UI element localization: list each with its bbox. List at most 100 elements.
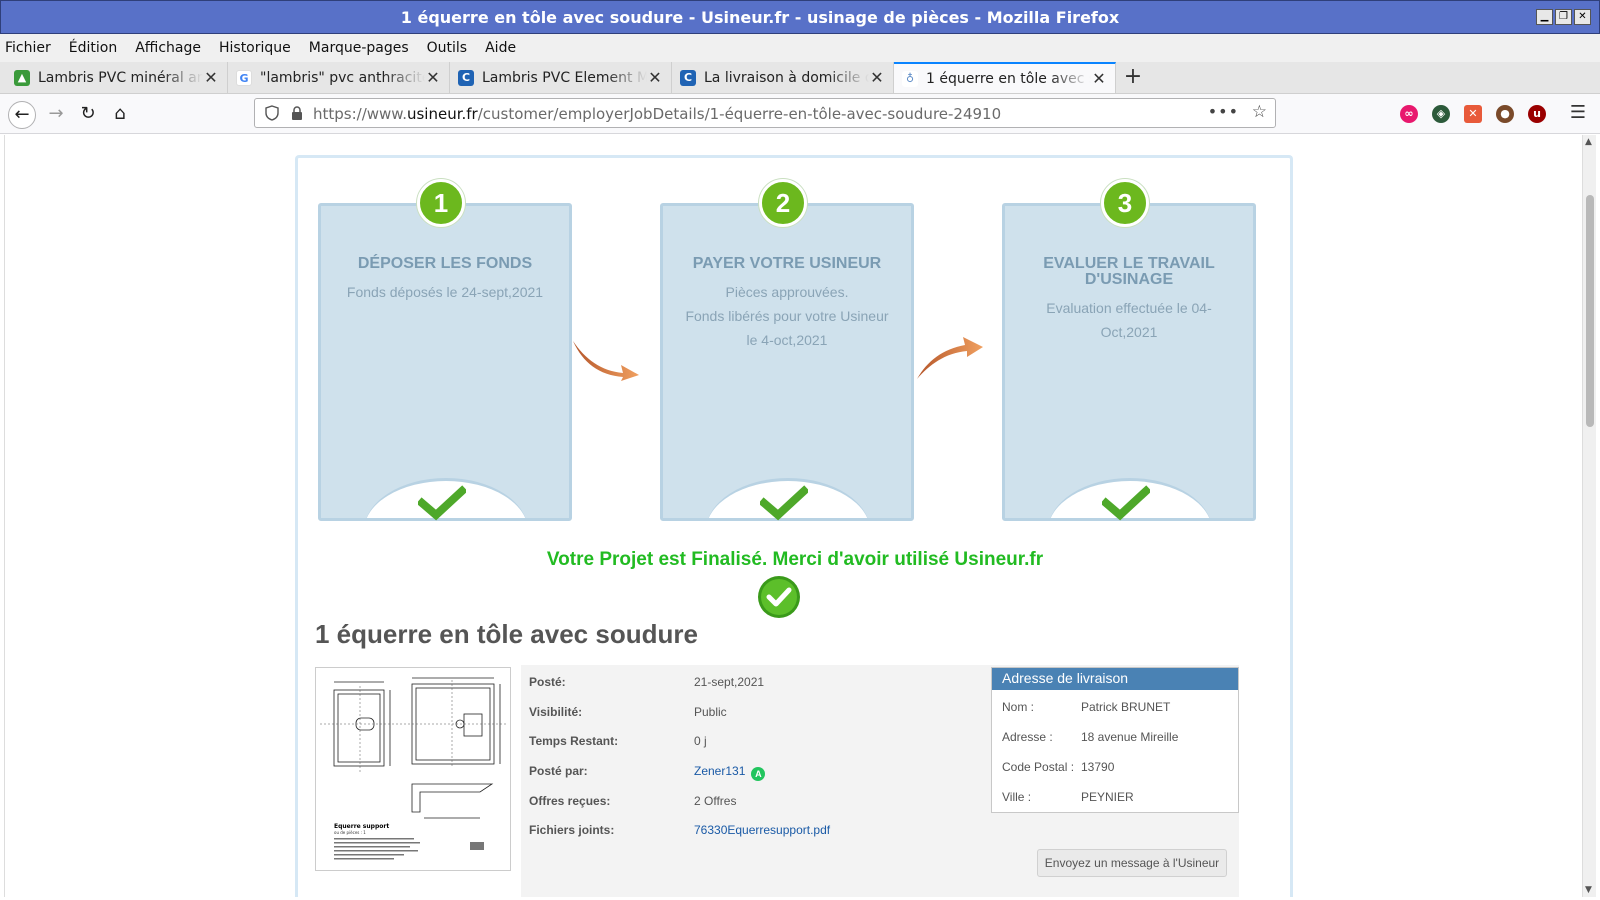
menu-marque-pages[interactable]: Marque-pages bbox=[309, 40, 409, 56]
menu-fichier[interactable]: Fichier bbox=[5, 40, 51, 56]
site-favicon-icon: C bbox=[458, 69, 474, 86]
attachment-link[interactable]: 76330Equerresupport.pdf bbox=[694, 823, 830, 837]
address-label: Adresse : bbox=[1002, 730, 1053, 744]
detail-value: 2 Offres bbox=[694, 794, 737, 808]
address-value: 18 avenue Mireille bbox=[1081, 730, 1179, 744]
arrow-up-right-icon bbox=[917, 337, 983, 379]
close-tab-icon[interactable]: ✕ bbox=[425, 68, 441, 87]
menu-affichage[interactable]: Affichage bbox=[135, 40, 201, 56]
lock-icon[interactable] bbox=[291, 106, 303, 120]
url-bar[interactable]: https://www.usineur.fr/customer/employer… bbox=[254, 98, 1276, 128]
address-label: Code Postal : bbox=[1002, 760, 1075, 774]
bookmark-star-icon[interactable]: ☆ bbox=[1252, 102, 1267, 122]
address-value: PEYNIER bbox=[1081, 790, 1134, 804]
step-card-2: PAYER VOTRE USINEUR Pièces approuvées. F… bbox=[660, 203, 914, 521]
close-tab-icon[interactable]: ✕ bbox=[203, 68, 219, 87]
step-title: PAYER VOTRE USINEUR bbox=[692, 255, 882, 272]
page-actions-icon[interactable]: ••• bbox=[1208, 102, 1239, 121]
step-number-badge: 1 bbox=[417, 179, 465, 227]
page-viewport: DÉPOSER LES FONDS Fonds déposés le 24-se… bbox=[4, 135, 1582, 897]
detail-label: Temps Restant: bbox=[529, 734, 619, 748]
detail-value: 21-sept,2021 bbox=[694, 675, 765, 689]
tab-lambris-element[interactable]: C Lambris PVC Element M Anthracite ✕ bbox=[450, 62, 672, 93]
navigation-bar: ← → ↻ ⌂ https://www.usineur.fr/customer/… bbox=[0, 94, 1600, 134]
url-text[interactable]: https://www.usineur.fr/customer/employer… bbox=[313, 105, 1001, 123]
detail-label: Posté par: bbox=[529, 764, 588, 778]
step-title-line2: D'USINAGE bbox=[1084, 271, 1174, 288]
tab-bar: ▲ Lambris PVC minéral anthracite ✕ G "la… bbox=[0, 62, 1600, 94]
detail-label: Fichiers joints: bbox=[529, 823, 615, 837]
arrow-down-right-icon bbox=[573, 341, 639, 381]
tracking-shield-icon[interactable] bbox=[265, 105, 279, 121]
delivery-address-header: Adresse de livraison bbox=[992, 668, 1238, 690]
step-description-line: Fonds libérés pour votre Usineur bbox=[685, 308, 889, 324]
maximize-button[interactable]: ❐ bbox=[1555, 9, 1572, 25]
back-button[interactable]: ← bbox=[8, 101, 36, 129]
tab-lambris-mineral[interactable]: ▲ Lambris PVC minéral anthracite ✕ bbox=[6, 62, 228, 93]
scrollbar-thumb[interactable] bbox=[1586, 195, 1594, 427]
project-finalized-message: Votre Projet est Finalisé. Merci d'avoir… bbox=[546, 549, 1044, 570]
home-button[interactable]: ⌂ bbox=[106, 101, 134, 129]
minimize-button[interactable]: ▁ bbox=[1536, 9, 1553, 25]
step-description-line: le 4-oct,2021 bbox=[746, 332, 828, 348]
detail-value: Zener131 A bbox=[694, 764, 766, 781]
menu-edition[interactable]: Édition bbox=[69, 40, 117, 56]
poster-link[interactable]: Zener131 bbox=[694, 764, 745, 778]
detail-value: Public bbox=[694, 705, 727, 719]
detail-label: Offres reçues: bbox=[529, 794, 611, 808]
checkmark-icon bbox=[760, 485, 808, 521]
close-tab-icon[interactable]: ✕ bbox=[647, 68, 663, 87]
extension-shield-icon[interactable]: ◈ bbox=[1432, 105, 1450, 123]
tab-label: La livraison à domicile de vos achats bbox=[704, 69, 869, 86]
step-description-line: Oct,2021 bbox=[1100, 324, 1158, 340]
new-tab-button[interactable]: + bbox=[1116, 62, 1150, 93]
step-title: DÉPOSER LES FONDS bbox=[357, 255, 533, 272]
tab-label: Lambris PVC minéral anthracite bbox=[38, 69, 203, 86]
google-favicon-icon: G bbox=[236, 69, 252, 86]
menu-outils[interactable]: Outils bbox=[427, 40, 467, 56]
scroll-up-icon[interactable]: ▲ bbox=[1585, 137, 1592, 147]
delivery-address-box: Adresse de livraison Nom : Patrick BRUNE… bbox=[991, 667, 1239, 813]
hamburger-menu-icon[interactable]: ☰ bbox=[1570, 102, 1586, 123]
extension-cookie-icon[interactable]: ● bbox=[1496, 105, 1514, 123]
send-message-button[interactable]: Envoyez un message à l'Usineur bbox=[1037, 849, 1227, 877]
address-label: Nom : bbox=[1002, 700, 1035, 714]
tab-livraison[interactable]: C La livraison à domicile de vos achats … bbox=[672, 62, 894, 93]
scroll-down-icon[interactable]: ▼ bbox=[1585, 885, 1592, 895]
drawing-title: Equerre support bbox=[334, 823, 389, 830]
address-label: Ville : bbox=[1002, 790, 1032, 804]
checkmark-icon bbox=[1102, 485, 1150, 521]
ublock-icon[interactable]: u bbox=[1528, 105, 1546, 123]
window-titlebar: 1 équerre en tôle avec soudure - Usineur… bbox=[0, 0, 1600, 34]
menu-historique[interactable]: Historique bbox=[219, 40, 291, 56]
store-favicon-icon: ▲ bbox=[14, 69, 30, 86]
step-description-line: Evaluation effectuée le 04- bbox=[1046, 300, 1212, 316]
menu-aide[interactable]: Aide bbox=[485, 40, 516, 56]
close-tab-icon[interactable]: ✕ bbox=[1091, 69, 1107, 88]
close-window-button[interactable]: ✕ bbox=[1574, 9, 1591, 25]
forward-button[interactable]: → bbox=[42, 101, 70, 129]
detail-label: Visibilité: bbox=[529, 705, 583, 719]
address-value: 13790 bbox=[1081, 760, 1115, 774]
step-description-line: Pièces approuvées. bbox=[725, 284, 849, 300]
technical-drawing-image: Equerre support ou de pièces : 1 bbox=[320, 677, 506, 860]
drawing-thumbnail[interactable]: Equerre support ou de pièces : 1 bbox=[315, 667, 511, 871]
extension-red-icon[interactable]: ✕ bbox=[1464, 105, 1482, 123]
job-title: 1 équerre en tôle avec soudure bbox=[315, 619, 698, 649]
checkmark-icon bbox=[418, 485, 466, 521]
extension-pink-icon[interactable]: ∞ bbox=[1400, 105, 1418, 123]
reload-button[interactable]: ↻ bbox=[74, 101, 102, 129]
user-level-badge: A bbox=[751, 767, 766, 781]
step-card-1: DÉPOSER LES FONDS Fonds déposés le 24-se… bbox=[318, 203, 572, 521]
step-card-3: EVALUER LE TRAVAIL D'USINAGE Evaluation … bbox=[1002, 203, 1256, 521]
tab-google-search[interactable]: G "lambris" pvc anthracite - Recherche ✕ bbox=[228, 62, 450, 93]
page-scrollbar[interactable]: ▲ ▼ bbox=[1582, 135, 1596, 897]
tab-equerre-active[interactable]: ♁ 1 équerre en tôle avec soudure ✕ bbox=[894, 62, 1116, 93]
close-tab-icon[interactable]: ✕ bbox=[869, 68, 885, 87]
step-number-badge: 3 bbox=[1101, 179, 1149, 227]
usineur-favicon-icon: ♁ bbox=[902, 70, 918, 87]
finalized-check-icon bbox=[758, 576, 800, 618]
tab-label: "lambris" pvc anthracite - Recherche bbox=[260, 69, 425, 86]
step-number-badge: 2 bbox=[759, 179, 807, 227]
step-description: Fonds déposés le 24-sept,2021 bbox=[346, 284, 544, 300]
